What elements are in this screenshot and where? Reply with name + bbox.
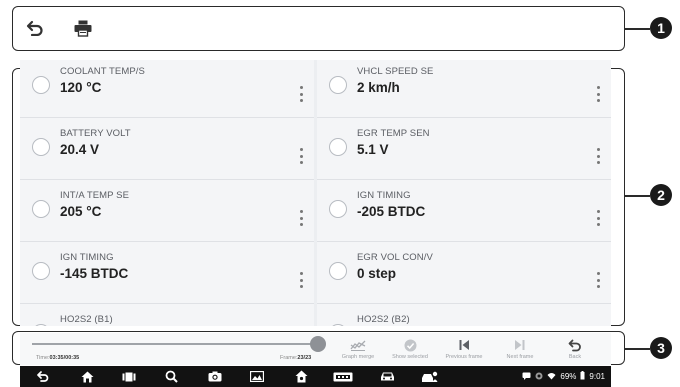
graph-merge-button[interactable]: Graph merge: [330, 336, 386, 364]
parameter-row[interactable]: IGN TIMING -145 BTDC: [20, 242, 314, 304]
callout-leader-3: [625, 348, 650, 350]
graph-merge-icon: [330, 336, 386, 354]
parameter-row[interactable]: COOLANT TEMP/S 120 °C: [20, 60, 314, 118]
back-button[interactable]: Back: [547, 336, 603, 364]
callout-leader-1: [625, 28, 650, 30]
time-readout: Time:03:35/00:35: [36, 355, 80, 361]
nav-search-icon[interactable]: [162, 368, 180, 385]
parameter-row[interactable]: EGR TEMP SEN 5.1 V: [317, 118, 611, 180]
parameter-name: EGR VOL CON/V: [357, 252, 433, 263]
callout-number-2: 2: [650, 184, 672, 206]
android-navigation-bar: 69% 9:01: [20, 366, 611, 387]
check-circle-icon: [382, 336, 438, 354]
parameter-value: 5.1 V: [357, 142, 389, 157]
select-radio[interactable]: [329, 76, 347, 94]
nav-recent-apps-icon[interactable]: [120, 368, 138, 385]
parameter-name: INT/A TEMP SE: [60, 190, 130, 201]
more-options-icon[interactable]: [298, 210, 304, 226]
nav-vci-icon[interactable]: [332, 368, 354, 385]
select-radio[interactable]: [32, 76, 50, 94]
wifi-icon: [547, 372, 556, 382]
parameter-value: 120 °C: [60, 80, 102, 95]
select-radio[interactable]: [32, 200, 50, 218]
parameter-name: IGN TIMING: [357, 190, 411, 201]
parameter-row[interactable]: HO2S2 (B2): [317, 304, 611, 326]
parameter-row[interactable]: HO2S2 (B1): [20, 304, 314, 326]
more-options-icon[interactable]: [298, 86, 304, 102]
parameter-value: 2 km/h: [357, 80, 400, 95]
more-options-icon[interactable]: [595, 86, 601, 102]
show-selected-button[interactable]: Show selected: [382, 336, 438, 364]
parameter-value: -205 BTDC: [357, 204, 426, 219]
parameter-row[interactable]: IGN TIMING -205 BTDC: [317, 180, 611, 242]
frame-slider-handle[interactable]: [310, 336, 326, 352]
select-radio[interactable]: [329, 324, 347, 326]
parameter-name: BATTERY VOLT: [60, 128, 131, 139]
select-radio[interactable]: [329, 200, 347, 218]
nav-screenshot-icon[interactable]: [248, 368, 266, 385]
parameter-list: COOLANT TEMP/S 120 °C BATTERY VOLT 20.4 …: [20, 60, 611, 326]
select-radio[interactable]: [32, 138, 50, 156]
callout-leader-2: [625, 195, 650, 197]
parameter-row[interactable]: BATTERY VOLT 20.4 V: [20, 118, 314, 180]
callout-number-3: 3: [650, 337, 672, 359]
parameter-value: 205 °C: [60, 204, 102, 219]
more-options-icon[interactable]: [595, 272, 601, 288]
top-toolbar: [22, 14, 96, 42]
parameter-row[interactable]: EGR VOL CON/V 0 step: [317, 242, 611, 304]
parameter-value: 20.4 V: [60, 142, 100, 157]
frame-slider-track[interactable]: [32, 343, 318, 345]
parameter-row[interactable]: INT/A TEMP SE 205 °C: [20, 180, 314, 242]
nav-home-icon[interactable]: [78, 368, 96, 385]
toolbar-callout-frame: [12, 6, 625, 51]
select-radio[interactable]: [329, 138, 347, 156]
parameter-name: COOLANT TEMP/S: [60, 66, 145, 77]
parameter-column-right: VHCL SPEED SE 2 km/h EGR TEMP SEN 5.1 V …: [317, 60, 611, 326]
more-options-icon[interactable]: [298, 272, 304, 288]
more-options-icon[interactable]: [595, 148, 601, 164]
frame-readout: Frame:23/23: [280, 355, 312, 361]
parameter-name: VHCL SPEED SE: [357, 66, 434, 77]
parameter-value: 0 step: [357, 266, 397, 281]
parameter-column-left: COOLANT TEMP/S 120 °C BATTERY VOLT 20.4 …: [20, 60, 314, 326]
previous-frame-button[interactable]: Previous frame: [436, 336, 492, 364]
message-icon: [522, 372, 531, 382]
callout-number-1: 1: [650, 17, 672, 39]
parameter-name: EGR TEMP SEN: [357, 128, 430, 139]
skip-next-icon: [492, 336, 548, 354]
parameter-name: HO2S2 (B1): [60, 314, 113, 325]
more-options-icon[interactable]: [595, 210, 601, 226]
next-frame-button[interactable]: Next frame: [492, 336, 548, 364]
nav-vehicle-icon[interactable]: [378, 368, 396, 385]
printer-icon[interactable]: [70, 15, 96, 41]
select-radio[interactable]: [329, 262, 347, 280]
battery-icon: [580, 371, 585, 382]
clock: 9:01: [589, 372, 605, 381]
more-options-icon[interactable]: [298, 148, 304, 164]
playback-control-bar: Time:03:35/00:35 Frame:23/23 Graph merge…: [20, 333, 611, 365]
skip-previous-icon: [436, 336, 492, 354]
parameter-name: HO2S2 (B2): [357, 314, 410, 325]
battery-percent: 69%: [560, 372, 577, 381]
settings-icon: [535, 372, 543, 382]
nav-remote-support-icon[interactable]: [420, 368, 440, 385]
status-area: 69% 9:01: [522, 371, 605, 382]
parameter-row[interactable]: VHCL SPEED SE 2 km/h: [317, 60, 611, 118]
select-radio[interactable]: [32, 262, 50, 280]
parameter-value: -145 BTDC: [60, 266, 129, 281]
nav-back-icon[interactable]: [34, 368, 52, 385]
nav-camera-icon[interactable]: [206, 368, 224, 385]
nav-diagnostics-home-icon[interactable]: [292, 368, 310, 385]
back-arrow-icon: [547, 336, 603, 354]
back-arrow-icon[interactable]: [22, 15, 48, 41]
select-radio[interactable]: [32, 324, 50, 326]
parameter-name: IGN TIMING: [60, 252, 114, 263]
